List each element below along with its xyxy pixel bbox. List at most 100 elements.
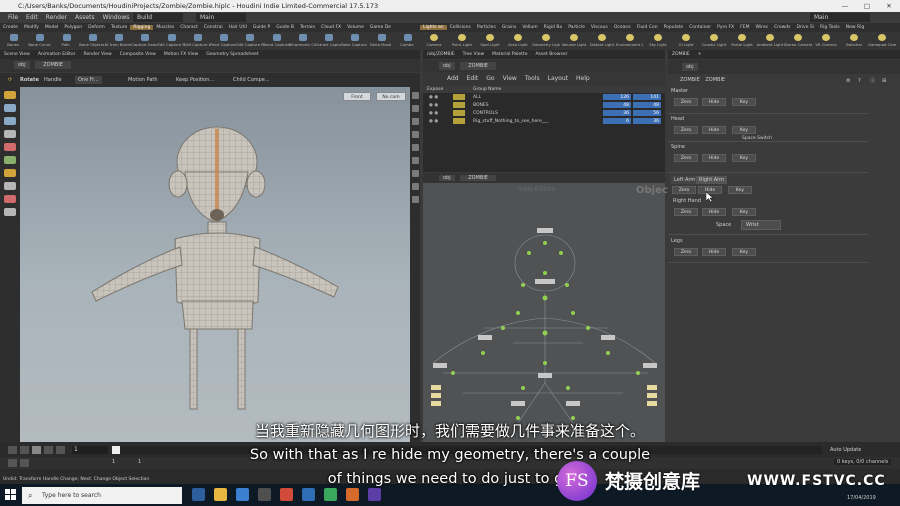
light-tool-button[interactable]: Stereo Camera bbox=[784, 32, 812, 50]
shelf-tool-button[interactable]: Delta Mush bbox=[368, 32, 394, 50]
path-obj[interactable]: obj bbox=[439, 175, 455, 181]
shelf-tab[interactable]: Cloud FX bbox=[318, 25, 344, 30]
shelf-tab[interactable]: Game De bbox=[367, 25, 394, 30]
shelf-tool-button[interactable]: IK from Bones bbox=[105, 32, 131, 50]
display-option-icon[interactable] bbox=[411, 92, 419, 99]
pane-tab[interactable]: Geometry Spreadsheet bbox=[202, 52, 262, 57]
shelf-tab[interactable]: New Rig bbox=[843, 25, 867, 30]
right-hand-hide-button[interactable]: Hide bbox=[702, 208, 726, 216]
edge-icon[interactable] bbox=[236, 488, 249, 501]
section-hide-button[interactable]: Hide bbox=[702, 98, 726, 106]
maximize-button[interactable]: □ bbox=[856, 0, 878, 12]
child-compensation-toggle[interactable]: Child Compe... bbox=[233, 73, 270, 87]
expose-toggle-icon[interactable]: ● ● bbox=[429, 94, 438, 101]
shelf-tab[interactable]: Rigid Bo bbox=[541, 25, 566, 30]
space-dropdown[interactable]: Wrist bbox=[741, 220, 781, 230]
light-tool-button[interactable]: Caustic Light bbox=[700, 32, 728, 50]
shelf-tool-button[interactable]: Bones bbox=[0, 32, 26, 50]
section-zero-button[interactable]: Zero bbox=[674, 126, 698, 134]
path-node[interactable]: ZOMBIE bbox=[35, 61, 71, 69]
section-key-button[interactable]: Key bbox=[732, 98, 756, 106]
shelf-tab[interactable]: Particle bbox=[565, 25, 588, 30]
fullscreen-icon[interactable] bbox=[411, 196, 419, 203]
shelf-tab[interactable]: Polygon bbox=[61, 25, 85, 30]
move-tool-icon[interactable] bbox=[4, 104, 16, 112]
app-icon-4[interactable] bbox=[346, 488, 359, 501]
shading-icon[interactable] bbox=[411, 118, 419, 125]
group-row[interactable]: ● ● ALL 126 141 bbox=[423, 94, 665, 101]
shelf-tab[interactable]: Texture bbox=[108, 25, 130, 30]
menu-item[interactable]: Tools bbox=[521, 75, 544, 82]
shelf-tab[interactable]: Crowds bbox=[771, 25, 794, 30]
shelf-tab[interactable]: Guide P bbox=[250, 25, 273, 30]
shelf-tab[interactable]: Drive Si bbox=[793, 25, 817, 30]
expose-toggle-icon[interactable]: ● ● bbox=[429, 102, 438, 109]
light-tool-button[interactable]: Environment Light bbox=[616, 32, 644, 50]
shelf-tool-button[interactable]: Bone Objects bbox=[79, 32, 105, 50]
hold-dropdown[interactable]: One Fr... bbox=[75, 76, 102, 84]
shelf-tab[interactable]: Oceans bbox=[611, 25, 634, 30]
menu-item[interactable]: View bbox=[499, 75, 521, 82]
pane-tab[interactable]: Motion FX View bbox=[160, 52, 202, 57]
shelf-tab[interactable]: Viscous bbox=[588, 25, 611, 30]
shelf-tool-button[interactable]: Blend Capture Weights bbox=[263, 32, 289, 50]
pane-tab[interactable]: ZOMBIE bbox=[668, 52, 694, 57]
camera-icon[interactable] bbox=[411, 157, 419, 164]
close-button[interactable]: ✕ bbox=[878, 0, 900, 12]
light-tool-button[interactable]: Portal Light bbox=[728, 32, 756, 50]
shelf-tab[interactable]: Volume bbox=[344, 25, 367, 30]
light-tool-button[interactable]: Gamepad Camera bbox=[868, 32, 896, 50]
menu-edit[interactable]: Edit bbox=[22, 14, 42, 21]
legs-zero-button[interactable]: Zero bbox=[674, 248, 698, 256]
shelf-tab[interactable]: Rig Tools bbox=[817, 25, 843, 30]
desktop-selector-right[interactable]: Main bbox=[810, 13, 870, 22]
shelf-tool-button[interactable]: Edit Capture Weights bbox=[184, 32, 210, 50]
scene-viewport[interactable]: Front No cam bbox=[20, 87, 410, 442]
menu-windows[interactable]: Windows bbox=[99, 14, 134, 21]
snap-tool-icon[interactable] bbox=[4, 169, 16, 177]
expose-toggle-icon[interactable]: ● ● bbox=[429, 118, 438, 125]
shelf-tab[interactable]: Terrain bbox=[297, 25, 318, 30]
ghost-icon[interactable] bbox=[411, 144, 419, 151]
section-key-button[interactable]: Key bbox=[732, 126, 756, 134]
houdini-icon[interactable] bbox=[280, 488, 293, 501]
app-icon-5[interactable] bbox=[368, 488, 381, 501]
zombie-character-model[interactable] bbox=[20, 87, 410, 442]
menu-item[interactable]: Edit bbox=[463, 75, 483, 82]
right-hand-zero-button[interactable]: Zero bbox=[674, 208, 698, 216]
shelf-tab[interactable]: Modify bbox=[21, 25, 42, 30]
app-icon[interactable] bbox=[258, 488, 271, 501]
pane-tab[interactable]: Material Palette bbox=[488, 52, 531, 57]
wireframe-icon[interactable] bbox=[411, 105, 419, 112]
pane-tab[interactable]: Scene View bbox=[0, 52, 34, 57]
section-hide-button[interactable]: Hide bbox=[702, 154, 726, 162]
shelf-tab[interactable]: Wires bbox=[752, 25, 770, 30]
shelf-tool-button[interactable]: Edit Capture Regions bbox=[158, 32, 184, 50]
scale-tool-icon[interactable] bbox=[4, 130, 16, 138]
magnet-tool-icon[interactable] bbox=[4, 195, 16, 203]
menu-assets[interactable]: Assets bbox=[71, 14, 99, 21]
select-tool-icon[interactable] bbox=[4, 91, 16, 99]
minimize-button[interactable]: — bbox=[834, 0, 856, 12]
light-tool-button[interactable]: Point Light bbox=[448, 32, 476, 50]
shelf-tab[interactable]: Deform bbox=[85, 25, 108, 30]
light-tool-button[interactable]: Ambient Light bbox=[756, 32, 784, 50]
shelf-tool-button[interactable]: Biharmonic Capture bbox=[289, 32, 315, 50]
light-tool-button[interactable]: VR Camera bbox=[812, 32, 840, 50]
pane-tab[interactable]: + bbox=[694, 52, 706, 57]
handle-tool-icon[interactable] bbox=[4, 143, 16, 151]
tab-left-arm[interactable]: Left Arm bbox=[671, 176, 699, 184]
shelf-tab[interactable]: Guide B bbox=[273, 25, 297, 30]
menu-item[interactable]: Help bbox=[572, 75, 594, 82]
task-view-icon[interactable] bbox=[192, 488, 205, 501]
light-tool-button[interactable]: Camera bbox=[420, 32, 448, 50]
network-editor[interactable]: Indie Edition Objects bbox=[423, 183, 679, 442]
shelf-tool-button[interactable]: Paint Capture Weights bbox=[210, 32, 236, 50]
shelf-tool-button[interactable]: Capture Geometry bbox=[131, 32, 158, 50]
expose-toggle-icon[interactable]: ● ● bbox=[429, 110, 438, 117]
path-obj[interactable]: obj bbox=[682, 63, 698, 71]
pane-tab[interactable]: Asset Browser bbox=[531, 52, 571, 57]
shelf-tab[interactable]: Particles bbox=[474, 25, 499, 30]
shelf-tab[interactable]: Pyro FX bbox=[714, 25, 737, 30]
shelf-tab[interactable]: Vellum bbox=[519, 25, 540, 30]
